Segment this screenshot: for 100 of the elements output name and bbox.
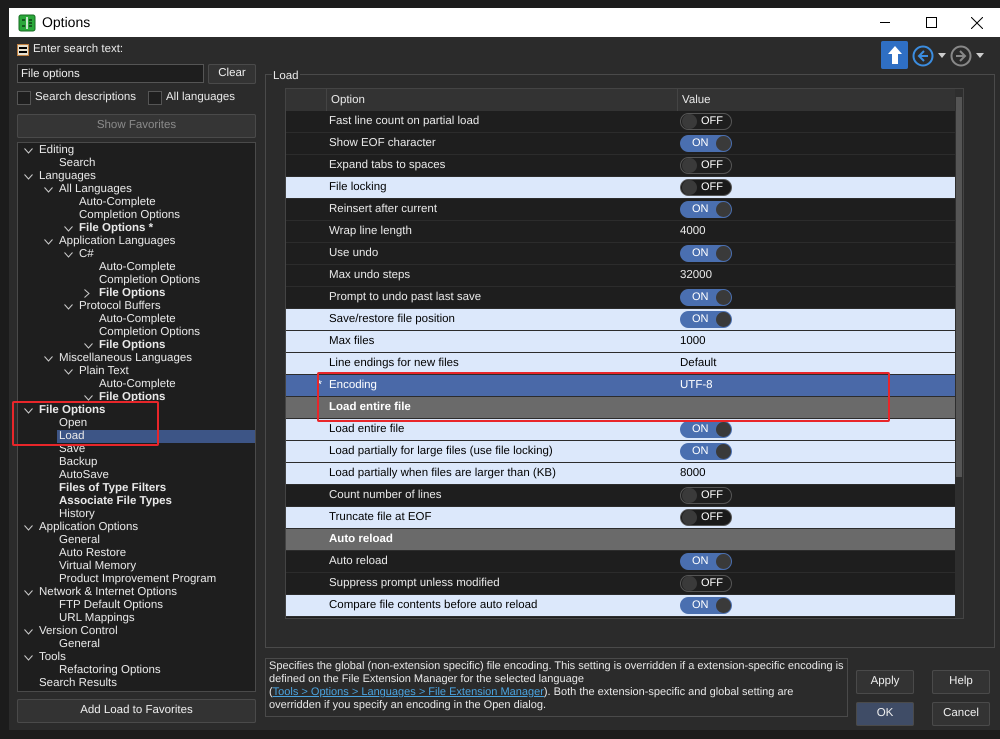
tree-item[interactable]: Editing: [37, 144, 76, 157]
table-row[interactable]: Truncate file at EOF OFF: [286, 507, 955, 529]
scrollbar[interactable]: [955, 89, 963, 618]
tree-item[interactable]: Refactoring Options: [57, 664, 163, 677]
toggle-switch[interactable]: OFF: [680, 179, 732, 196]
toggle-switch[interactable]: ON: [680, 553, 732, 570]
tree-item[interactable]: File Options: [97, 391, 168, 404]
table-row[interactable]: Reinsert after current ON: [286, 199, 955, 221]
expanded-chevron-icon[interactable]: [64, 368, 73, 374]
tree-item[interactable]: Backup: [57, 456, 100, 469]
tree-item[interactable]: Files of Type Filters: [57, 482, 168, 495]
expanded-chevron-icon[interactable]: [24, 654, 33, 660]
tree-item[interactable]: File Options: [97, 339, 168, 352]
caret-icon[interactable]: [938, 53, 946, 58]
tree-item[interactable]: Version Control: [37, 625, 120, 638]
toggle-switch[interactable]: ON: [680, 443, 732, 460]
checkbox[interactable]: [148, 91, 162, 105]
tree-item[interactable]: Tools: [37, 651, 68, 664]
toggle-switch[interactable]: OFF: [680, 157, 732, 174]
search-field[interactable]: File options: [17, 64, 204, 83]
table-row[interactable]: Load entire file ON: [286, 419, 955, 441]
toggle-switch[interactable]: ON: [680, 135, 732, 152]
toggle-switch[interactable]: ON: [680, 421, 732, 438]
tree-item[interactable]: Load: [57, 430, 255, 443]
expanded-chevron-icon[interactable]: [24, 524, 33, 530]
tree-item[interactable]: Completion Options: [97, 274, 202, 287]
checkbox[interactable]: [17, 91, 31, 105]
tree-item[interactable]: Auto-Complete: [97, 261, 178, 274]
dialog-button[interactable]: Cancel: [932, 702, 990, 726]
tree-item[interactable]: File Options: [37, 404, 108, 417]
expanded-chevron-icon[interactable]: [64, 304, 73, 310]
expanded-chevron-icon[interactable]: [24, 590, 33, 596]
tree-item[interactable]: Virtual Memory: [57, 560, 138, 573]
dialog-button[interactable]: OK: [856, 702, 914, 726]
table-row[interactable]: File locking OFF: [286, 177, 955, 199]
tree-item[interactable]: AutoSave: [57, 469, 111, 482]
tree-item[interactable]: Plain Text: [77, 365, 131, 378]
tree-item[interactable]: Auto-Complete: [77, 196, 158, 209]
tree-item[interactable]: Product Improvement Program: [57, 573, 218, 586]
table-row[interactable]: Fast line count on partial load OFF: [286, 111, 955, 133]
expanded-chevron-icon[interactable]: [64, 252, 73, 258]
toggle-switch[interactable]: ON: [680, 597, 732, 614]
tree-item[interactable]: History: [57, 508, 97, 521]
tree-item[interactable]: Network & Internet Options: [37, 586, 180, 599]
tree-item[interactable]: Protocol Buffers: [77, 300, 163, 313]
tree-item[interactable]: URL Mappings: [57, 612, 137, 625]
table-row[interactable]: Use undo ON: [286, 243, 955, 265]
tree-item[interactable]: C#: [77, 248, 96, 261]
toggle-switch[interactable]: OFF: [680, 113, 732, 130]
toggle-switch[interactable]: OFF: [680, 487, 732, 504]
close-icon[interactable]: [971, 16, 983, 28]
tree-item[interactable]: Associate File Types: [57, 495, 174, 508]
tree-item[interactable]: General: [57, 638, 102, 651]
maximize-icon[interactable]: [926, 17, 936, 28]
expanded-chevron-icon[interactable]: [44, 238, 53, 244]
table-row[interactable]: Show EOF character ON: [286, 133, 955, 155]
tree-item[interactable]: Auto-Complete: [97, 378, 178, 391]
table-row[interactable]: Save/restore file position ON: [286, 309, 955, 331]
up-button[interactable]: [881, 41, 908, 69]
toggle-switch[interactable]: ON: [680, 311, 732, 328]
tree-item[interactable]: Completion Options: [97, 326, 202, 339]
collapsed-chevron-icon[interactable]: [84, 289, 90, 298]
toggle-switch[interactable]: OFF: [680, 509, 732, 526]
tree-item[interactable]: FTP Default Options: [57, 599, 165, 612]
caret-icon[interactable]: [976, 53, 984, 58]
tree-item[interactable]: General: [57, 534, 102, 547]
table-row[interactable]: Line endings for new files Default: [286, 353, 955, 375]
expanded-chevron-icon[interactable]: [24, 174, 33, 180]
tree-item[interactable]: Application Options: [37, 521, 140, 534]
tree-item[interactable]: Languages: [37, 170, 98, 183]
column-header[interactable]: Option: [326, 89, 677, 111]
table-row[interactable]: Load partially when files are larger than (KB) 8000: [286, 463, 955, 485]
tree-item[interactable]: Miscellaneous Languages: [57, 352, 194, 365]
add-favorites-button[interactable]: Add Load to Favorites: [17, 699, 256, 723]
expanded-chevron-icon[interactable]: [44, 356, 53, 362]
tree-item[interactable]: Search Results: [37, 677, 119, 690]
tree-item[interactable]: Application Languages: [57, 235, 178, 248]
toggle-switch[interactable]: ON: [680, 289, 732, 306]
table-row[interactable]: Max files 1000: [286, 331, 955, 353]
tree-item[interactable]: Auto Restore: [57, 547, 128, 560]
table-row[interactable]: Max undo steps 32000: [286, 265, 955, 287]
tree-item[interactable]: File Options *: [77, 222, 156, 235]
expanded-chevron-icon[interactable]: [24, 408, 33, 414]
clear-button[interactable]: Clear: [208, 64, 256, 84]
toggle-switch[interactable]: OFF: [680, 575, 732, 592]
table-row[interactable]: Load partially for large files (use file locking) ON: [286, 441, 955, 463]
tree-item[interactable]: Search: [57, 157, 98, 170]
tree-item[interactable]: Auto-Complete: [97, 313, 178, 326]
dialog-button[interactable]: Help: [932, 670, 990, 694]
tree-item[interactable]: Open: [57, 417, 90, 430]
toggle-switch[interactable]: ON: [680, 201, 732, 218]
expanded-chevron-icon[interactable]: [84, 342, 93, 348]
tree-item[interactable]: All Languages: [57, 183, 134, 196]
dialog-button[interactable]: Apply: [856, 670, 914, 694]
settings-path-link[interactable]: Tools > Options > Languages > File Extension Manager: [272, 686, 544, 698]
collapse-icon[interactable]: [17, 44, 29, 56]
expanded-chevron-icon[interactable]: [84, 394, 93, 400]
tree-item[interactable]: File Options: [97, 287, 168, 300]
table-row[interactable]: Wrap line length 4000: [286, 221, 955, 243]
expanded-chevron-icon[interactable]: [64, 226, 73, 232]
